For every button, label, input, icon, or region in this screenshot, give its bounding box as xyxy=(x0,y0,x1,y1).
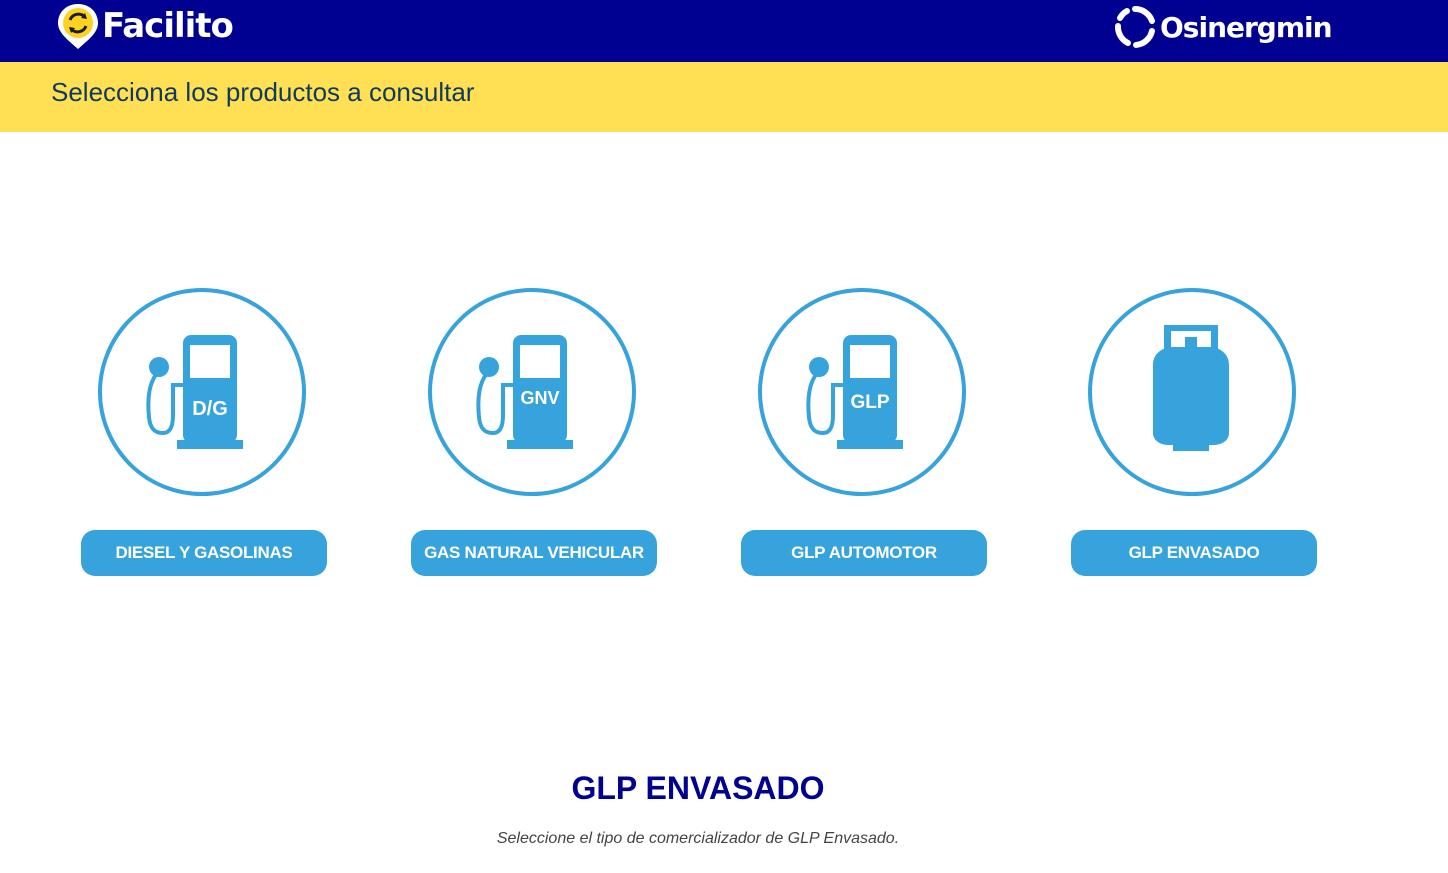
facilito-logo[interactable]: Facilito xyxy=(56,4,234,49)
product-card-gnv: GNV GAS NATURAL VEHICULAR xyxy=(411,287,657,577)
glp-automotor-button[interactable]: GLP AUTOMOTOR xyxy=(741,530,987,576)
glp-envasado-button[interactable]: GLP ENVASADO xyxy=(1071,530,1317,576)
brand-name-facilito: Facilito xyxy=(102,6,234,46)
fuel-pump-icon[interactable]: GLP xyxy=(757,287,967,497)
pump-label: D/G xyxy=(192,398,228,420)
section-subtitle: Seleccione el tipo de comercializador de… xyxy=(496,830,900,847)
product-card-diesel: D/G DIESEL Y GASOLINAS xyxy=(81,287,327,577)
product-card-glp-envasado: GLP ENVASADO xyxy=(1071,287,1317,577)
top-header: Facilito Osinergmin xyxy=(0,0,1448,62)
pump-label: GNV xyxy=(520,388,559,408)
osinergmin-logo[interactable]: Osinergmin xyxy=(1114,6,1333,48)
pump-label: GLP xyxy=(850,392,889,413)
brand-name-osinergmin: Osinergmin xyxy=(1160,10,1333,44)
location-pin-icon xyxy=(58,4,98,49)
fuel-pump-icon[interactable]: GNV xyxy=(427,287,637,497)
product-card-glp-automotor: GLP GLP AUTOMOTOR xyxy=(741,287,987,577)
diesel-gasolinas-button[interactable]: DIESEL Y GASOLINAS xyxy=(81,530,327,576)
fuel-pump-icon[interactable]: D/G xyxy=(97,287,307,497)
section-title: GLP ENVASADO xyxy=(571,770,825,806)
osinergmin-swirl-icon xyxy=(1115,6,1155,48)
page-heading: Selecciona los productos a consultar xyxy=(51,77,475,107)
instruction-banner: Selecciona los productos a consultar xyxy=(0,62,1448,132)
gas-natural-vehicular-button[interactable]: GAS NATURAL VEHICULAR xyxy=(411,530,657,576)
gas-cylinder-icon[interactable] xyxy=(1087,287,1297,497)
